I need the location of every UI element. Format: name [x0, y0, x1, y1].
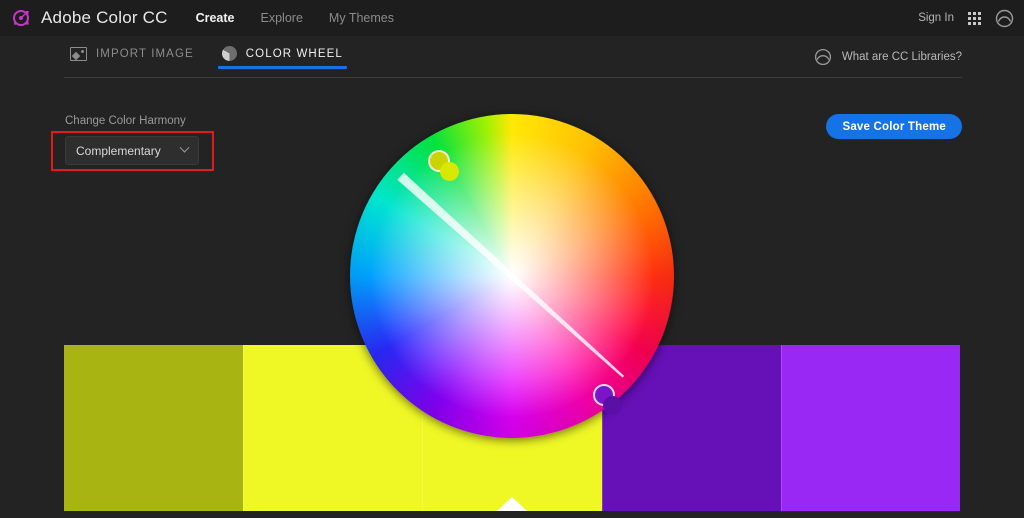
- app-title: Adobe Color CC: [41, 8, 168, 28]
- sign-in-link[interactable]: Sign In: [918, 12, 954, 24]
- nav-item-explore[interactable]: Explore: [261, 11, 303, 25]
- harmony-selected-value: Complementary: [76, 144, 161, 158]
- harmony-select[interactable]: Complementary: [65, 136, 199, 165]
- tab-color-wheel[interactable]: COLOR WHEEL: [218, 44, 347, 69]
- chevron-down-icon: [180, 143, 190, 153]
- nav-item-create[interactable]: Create: [196, 11, 235, 25]
- cc-libraries-icon: [814, 48, 832, 66]
- cc-libraries-label: What are CC Libraries?: [842, 51, 962, 63]
- tab-import-image-label: IMPORT IMAGE: [96, 48, 194, 60]
- save-color-theme-button[interactable]: Save Color Theme: [826, 114, 962, 139]
- swatch-1[interactable]: [64, 345, 243, 511]
- tab-strip: IMPORT IMAGE COLOR WHEEL What are CC Lib…: [0, 36, 1024, 78]
- color-handle-4[interactable]: [603, 396, 622, 415]
- color-wheel-icon: [222, 46, 237, 61]
- creative-cloud-icon[interactable]: [995, 9, 1014, 28]
- nav-item-my-themes[interactable]: My Themes: [329, 11, 394, 25]
- brand[interactable]: Adobe Color CC: [10, 7, 168, 29]
- tab-import-image[interactable]: IMPORT IMAGE: [66, 45, 198, 69]
- tab-color-wheel-label: COLOR WHEEL: [246, 48, 343, 60]
- apps-grid-icon[interactable]: [968, 12, 981, 25]
- base-color-marker-icon: [497, 497, 527, 511]
- harmony-label: Change Color Harmony: [65, 115, 186, 127]
- adobe-color-app: Adobe Color CC Create Explore My Themes …: [0, 0, 1024, 518]
- tab-list: IMPORT IMAGE COLOR WHEEL: [66, 44, 347, 69]
- adobe-color-logo-icon: [10, 7, 32, 29]
- color-wheel[interactable]: [350, 114, 674, 438]
- swatch-5[interactable]: [781, 345, 960, 511]
- top-bar: Adobe Color CC Create Explore My Themes …: [0, 0, 1024, 36]
- image-icon: [70, 47, 87, 61]
- tab-divider: [64, 77, 962, 78]
- color-handle-2[interactable]: [440, 162, 459, 181]
- cc-libraries-link[interactable]: What are CC Libraries?: [814, 48, 962, 66]
- top-right-controls: Sign In: [918, 9, 1014, 28]
- color-wheel-disc[interactable]: [350, 114, 674, 438]
- main-nav: Create Explore My Themes: [196, 11, 394, 25]
